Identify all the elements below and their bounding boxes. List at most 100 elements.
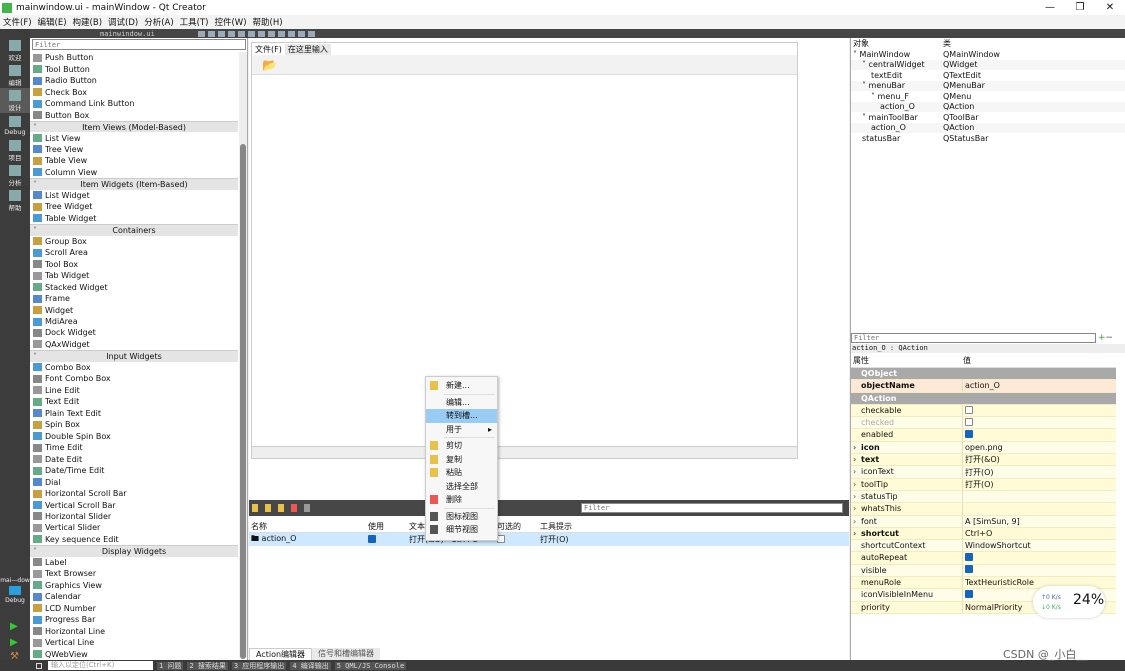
property-value[interactable]: action_O [963, 381, 1000, 390]
locator-input[interactable]: 输入以定位(Ctrl+K) [48, 661, 153, 670]
property-checkbox[interactable] [965, 565, 973, 574]
break-layout-icon[interactable] [297, 30, 305, 37]
context-item-3[interactable]: 转到槽... [426, 409, 497, 423]
column-header[interactable]: 可选的 [495, 521, 538, 532]
menu-item[interactable]: 分析(A) [141, 16, 176, 28]
remove-property-icon[interactable]: − [1106, 333, 1114, 343]
category-header[interactable]: Containers [30, 224, 238, 237]
object-row[interactable]: ˅ MainWindow QMainWindow [851, 49, 1125, 60]
layout-splitter-v-icon[interactable] [267, 30, 275, 37]
property-value[interactable] [963, 589, 973, 600]
property-group[interactable]: QAction [851, 392, 1116, 405]
maximize-button[interactable]: ❐ [1065, 2, 1095, 13]
category-header[interactable]: Item Widgets (Item-Based) [30, 178, 238, 191]
layout-grid-icon[interactable] [287, 30, 295, 37]
widget-mdiarea[interactable]: MdiArea [30, 316, 238, 327]
property-filter-input[interactable] [851, 333, 1096, 343]
edit-signals-icon[interactable] [207, 30, 215, 37]
widget-tree-widget[interactable]: Tree Widget [30, 201, 238, 212]
run-icon[interactable]: ▶ [10, 621, 18, 632]
widget-tab-widget[interactable]: Tab Widget [30, 270, 238, 281]
widget-filter-input[interactable] [32, 39, 246, 50]
new-action-icon[interactable] [252, 504, 258, 512]
context-item-9[interactable]: 选择全部 [426, 480, 497, 494]
category-header[interactable]: Item Views (Model-Based) [30, 120, 238, 134]
property-checkbox[interactable] [965, 553, 973, 562]
output-pane-5[interactable]: 5 QML/JS Console [334, 661, 407, 670]
property-value[interactable]: Ctrl+O [963, 529, 992, 538]
menu-item[interactable]: 调试(D) [105, 16, 141, 28]
property-value[interactable] [963, 430, 973, 440]
output-pane-2[interactable]: 2 搜索结果 [187, 661, 228, 670]
widget-tree-view[interactable]: Tree View [30, 144, 238, 155]
property-row[interactable]: toolTip打开(O) [851, 478, 1116, 491]
context-item-2[interactable]: 编辑... [426, 396, 497, 410]
property-value[interactable]: A [SimSun, 9] [963, 517, 1020, 526]
property-value[interactable]: 打开(O) [963, 479, 994, 490]
form-menu-placeholder[interactable]: 在这里输入 [284, 43, 331, 55]
property-row[interactable]: iconopen.png [851, 441, 1116, 454]
menu-item[interactable]: 控件(W) [211, 16, 249, 28]
object-row[interactable]: ˅ mainToolBar QToolBar [851, 112, 1125, 123]
action-row[interactable]: 🖿 action_O打开(&O)Ctrl+O打开(O) [249, 533, 849, 546]
widget-date-edit[interactable]: Date Edit [30, 453, 238, 464]
widget-key-sequence-edit[interactable]: Key sequence Edit [30, 534, 238, 545]
kit-selector[interactable]: mai—dow Debug [0, 577, 30, 604]
widget-spin-box[interactable]: Spin Box [30, 419, 238, 430]
widget-horizontal-slider[interactable]: Horizontal Slider [30, 511, 238, 522]
property-value[interactable]: NormalPriority [963, 603, 1022, 612]
widget-time-edit[interactable]: Time Edit [30, 442, 238, 453]
copy-action-icon[interactable] [265, 504, 271, 512]
property-row[interactable]: shortcutContext WindowShortcut [851, 540, 1116, 553]
widget-column-view[interactable]: Column View [30, 167, 238, 178]
menu-item[interactable]: 工具(T) [177, 16, 212, 28]
menu-item[interactable]: 编辑(E) [35, 16, 70, 28]
property-row[interactable]: autoRepeat [851, 552, 1116, 565]
layout-form-icon[interactable] [277, 30, 285, 37]
widget-widget[interactable]: Widget [30, 304, 238, 315]
tab-signal-slot-editor[interactable]: 信号和槽编辑器 [312, 648, 381, 660]
checkable-checkbox[interactable] [497, 534, 505, 543]
widget-tool-box[interactable]: Tool Box [30, 258, 238, 269]
property-row[interactable]: text打开(&O) [851, 454, 1116, 467]
property-row[interactable]: fontA [SimSun, 9] [851, 515, 1116, 528]
used-checkbox[interactable] [368, 534, 376, 543]
context-item-10[interactable]: 删除 [426, 493, 497, 507]
property-value[interactable]: open.png [963, 443, 1003, 452]
category-header[interactable]: Input Widgets [30, 350, 238, 363]
property-row[interactable]: shortcutCtrl+O [851, 527, 1116, 540]
mode-5[interactable]: 分析 [0, 163, 30, 188]
widget-qaxwidget[interactable]: QAxWidget [30, 339, 238, 350]
output-pane-3[interactable]: 3 应用程序输出 [231, 661, 287, 670]
property-row[interactable]: enabled [851, 429, 1116, 442]
property-checkbox[interactable] [965, 430, 973, 439]
menu-item[interactable]: 构建(B) [70, 16, 105, 28]
widget-lcd-number[interactable]: LCD Number [30, 603, 238, 614]
mode-4[interactable]: 项目 [0, 138, 30, 163]
widget-text-browser[interactable]: Text Browser [30, 568, 238, 579]
tab-action-editor[interactable]: Action编辑器 [249, 648, 313, 660]
widget-table-view[interactable]: Table View [30, 155, 238, 166]
mode-3[interactable]: Debug [0, 113, 30, 138]
category-header[interactable]: Display Widgets [30, 545, 238, 558]
widget-scroll-area[interactable]: Scroll Area [30, 247, 238, 258]
property-row[interactable]: objectName action_O [851, 380, 1116, 393]
widget-text-edit[interactable]: Text Edit [30, 396, 238, 407]
layout-horizontal-icon[interactable] [237, 30, 245, 37]
debug-run-icon[interactable]: ▶ [10, 637, 18, 648]
context-item-6[interactable]: 剪切 [426, 439, 497, 453]
property-row[interactable]: visible [851, 564, 1116, 578]
widget-line-edit[interactable]: Line Edit [30, 385, 238, 396]
widget-plain-text-edit[interactable]: Plain Text Edit [30, 408, 238, 419]
widget-graphics-view[interactable]: Graphics View [30, 580, 238, 591]
widget-command-link-button[interactable]: Command Link Button [30, 98, 238, 109]
widget-calendar[interactable]: Calendar [30, 591, 238, 602]
context-item-12[interactable]: 图标视图 [426, 510, 497, 524]
widget-group-box[interactable]: Group Box [30, 236, 238, 247]
widget-dock-widget[interactable]: Dock Widget [30, 327, 238, 338]
add-property-icon[interactable]: + [1098, 333, 1106, 343]
widget-frame[interactable]: Frame [30, 293, 238, 304]
widget-radio-button[interactable]: Radio Button [30, 75, 238, 86]
widget-qwebview[interactable]: QWebView [30, 648, 238, 659]
widget-table-widget[interactable]: Table Widget [30, 213, 238, 224]
